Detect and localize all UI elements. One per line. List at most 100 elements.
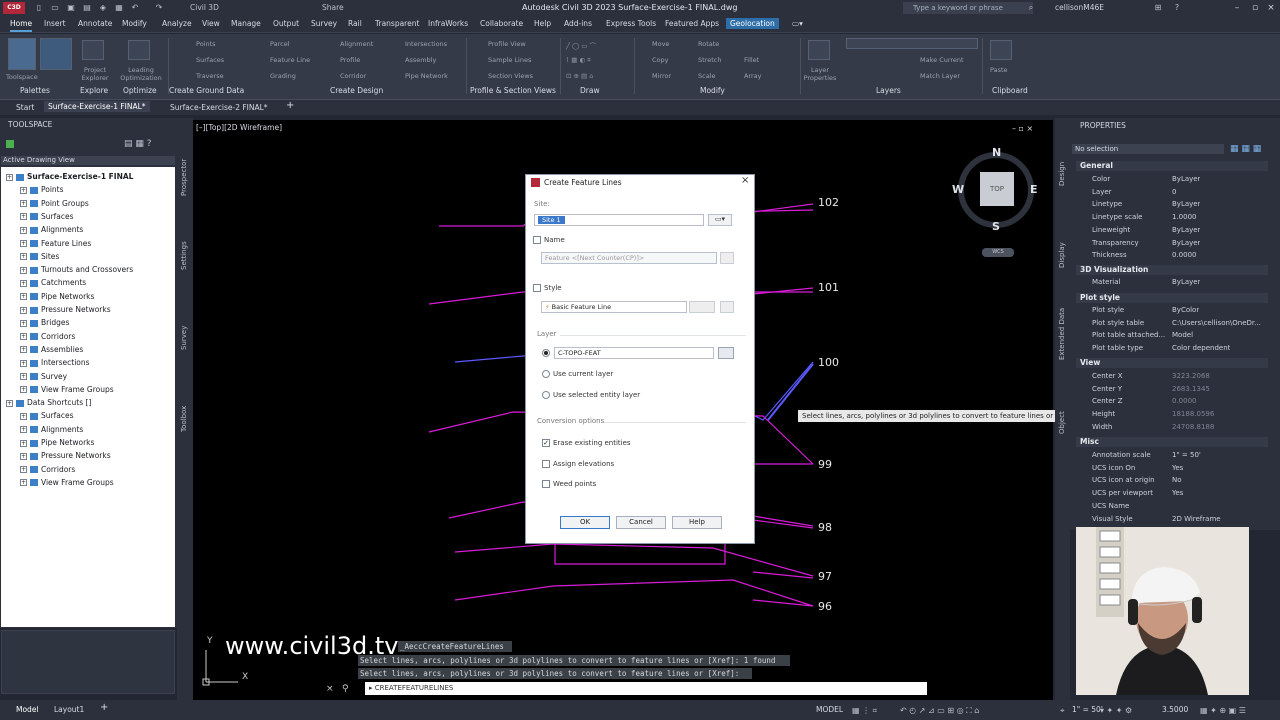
property-value[interactable]: Model: [1172, 331, 1193, 339]
property-value[interactable]: 18188.0596: [1172, 410, 1214, 418]
viewcube-top[interactable]: TOP: [980, 172, 1014, 206]
maximize-button[interactable]: ▫: [1248, 2, 1262, 14]
tree-expand-icon[interactable]: +: [20, 452, 27, 460]
property-value[interactable]: 2D Wireframe: [1172, 515, 1221, 523]
panel-create-design[interactable]: Create Design: [330, 86, 383, 95]
tab-rail[interactable]: Rail: [348, 19, 362, 28]
project-explorer-button[interactable]: Project Explorer: [78, 66, 112, 82]
tab-help[interactable]: Help: [534, 19, 551, 28]
tree-expand-icon[interactable]: +: [20, 439, 27, 447]
compass-south[interactable]: S: [992, 220, 1000, 233]
name-field[interactable]: Feature <[Next Counter(CP)]>: [541, 252, 717, 264]
compass-east[interactable]: E: [1030, 183, 1038, 196]
status-tools-icon[interactable]: ▦ ✦ ⊕ ▣ ☰: [1200, 706, 1246, 715]
tab-survey[interactable]: Survey: [311, 19, 337, 28]
name-edit-icon[interactable]: [720, 252, 734, 264]
model-tab[interactable]: Model: [16, 705, 39, 714]
tab-object[interactable]: Object: [1058, 411, 1066, 434]
leading-optimization-icon[interactable]: [128, 40, 150, 60]
tree-expand-icon[interactable]: +: [20, 186, 27, 194]
tree-expand-icon[interactable]: +: [20, 293, 27, 301]
tab-add-ins[interactable]: Add-ins: [564, 19, 592, 28]
project-explorer-icon[interactable]: [82, 40, 104, 60]
tab-infraworks[interactable]: InfraWorks: [428, 19, 468, 28]
property-value[interactable]: 0: [1172, 188, 1176, 196]
print-icon[interactable]: ▦: [114, 3, 124, 13]
quick-select-icon[interactable]: ▦ ▦ ▦: [1230, 144, 1261, 154]
section-view[interactable]: View: [1076, 358, 1268, 368]
section-3d-visualization[interactable]: 3D Visualization: [1076, 265, 1268, 275]
surfaces-button[interactable]: Surfaces: [196, 56, 224, 64]
scale-button[interactable]: Scale: [698, 72, 716, 80]
tab-output[interactable]: Output: [273, 19, 299, 28]
tree-expand-icon[interactable]: +: [20, 386, 27, 394]
erase-existing-checkbox[interactable]: ✓: [542, 439, 550, 447]
tree-node[interactable]: + Intersections: [20, 358, 90, 367]
palette-grid-icon[interactable]: [40, 38, 72, 70]
panel-palettes[interactable]: Palettes: [20, 86, 50, 95]
property-value[interactable]: No: [1172, 476, 1182, 484]
doc-tab-start[interactable]: Start: [16, 103, 34, 112]
sample-lines-button[interactable]: Sample Lines: [488, 56, 531, 64]
profile-view-button[interactable]: Profile View: [488, 40, 526, 48]
layer-specified-radio[interactable]: [542, 349, 550, 357]
selection-dropdown[interactable]: No selection: [1072, 144, 1224, 154]
alignment-button[interactable]: Alignment: [340, 40, 373, 48]
tree-expand-icon[interactable]: +: [20, 266, 27, 274]
tab-analyze[interactable]: Analyze: [162, 19, 192, 28]
move-button[interactable]: Move: [652, 40, 669, 48]
property-value[interactable]: 24708.8188: [1172, 423, 1214, 431]
assign-elevations-checkbox[interactable]: [542, 460, 550, 468]
tab-home[interactable]: Home: [10, 19, 33, 32]
property-value[interactable]: 1.0000: [1172, 213, 1197, 221]
tree-expand-icon[interactable]: +: [20, 306, 27, 314]
tree-expand-icon[interactable]: +: [6, 399, 13, 407]
draw-tools-icon-2[interactable]: ⌇ ▦ ◐ ⌗: [566, 56, 591, 65]
tab-manage[interactable]: Manage: [231, 19, 261, 28]
doc-tab-surface-1[interactable]: Surface-Exercise-1 FINAL*: [44, 101, 150, 112]
annotation-scale[interactable]: 1" = 50': [1072, 705, 1103, 714]
tab-options-icon[interactable]: ▭▾: [792, 19, 803, 28]
compass-west[interactable]: W: [952, 183, 964, 196]
stretch-button[interactable]: Stretch: [698, 56, 721, 64]
property-value[interactable]: 2683.1345: [1172, 385, 1210, 393]
user-account[interactable]: cellisonM46E: [1055, 3, 1104, 12]
rotate-button[interactable]: Rotate: [698, 40, 719, 48]
panel-profile-section-views[interactable]: Profile & Section Views: [470, 86, 556, 95]
traverse-button[interactable]: Traverse: [196, 72, 224, 80]
array-button[interactable]: Array: [744, 72, 762, 80]
add-layout-icon[interactable]: +: [100, 702, 108, 713]
annotation-icon[interactable]: ⌖: [1060, 706, 1065, 716]
fillet-button[interactable]: Fillet: [744, 56, 759, 64]
layer-picker-icon[interactable]: [718, 347, 734, 359]
site-dropdown[interactable]: Site 1: [534, 214, 704, 226]
tab-survey-side[interactable]: Survey: [180, 326, 188, 350]
name-checkbox[interactable]: [533, 236, 541, 244]
parcel-button[interactable]: Parcel: [270, 40, 290, 48]
style-edit-icon[interactable]: [689, 301, 715, 313]
tree-expand-icon[interactable]: +: [20, 333, 27, 341]
panel-modify[interactable]: Modify: [700, 86, 725, 95]
tree-node[interactable]: + Pressure Networks: [20, 305, 111, 314]
tab-featured-apps[interactable]: Featured Apps: [665, 19, 719, 28]
open-file-icon[interactable]: ▭: [50, 3, 60, 13]
cancel-button[interactable]: Cancel: [616, 516, 666, 529]
tab-insert[interactable]: Insert: [44, 19, 66, 28]
tree-expand-icon[interactable]: +: [20, 213, 27, 221]
tree-node[interactable]: + Points: [20, 185, 64, 194]
search-icon[interactable]: ⌕: [1026, 3, 1036, 13]
toolspace-status-icon[interactable]: [6, 140, 14, 148]
style-checkbox[interactable]: [533, 284, 541, 292]
tab-transparent[interactable]: Transparent: [375, 19, 419, 28]
tab-settings[interactable]: Settings: [180, 241, 188, 270]
toolspace-button[interactable]: Toolspace: [6, 73, 38, 81]
tab-collaborate[interactable]: Collaborate: [480, 19, 523, 28]
tree-expand-icon[interactable]: +: [20, 226, 27, 234]
tree-node[interactable]: + Pressure Networks: [20, 451, 111, 460]
layout1-tab[interactable]: Layout1: [54, 705, 84, 714]
web-icon[interactable]: ◈: [98, 3, 108, 13]
copy-button[interactable]: Copy: [652, 56, 669, 64]
property-value[interactable]: Yes: [1172, 489, 1183, 497]
command-customize-icon[interactable]: ⚲: [342, 684, 349, 694]
property-value[interactable]: ByColor: [1172, 306, 1199, 314]
